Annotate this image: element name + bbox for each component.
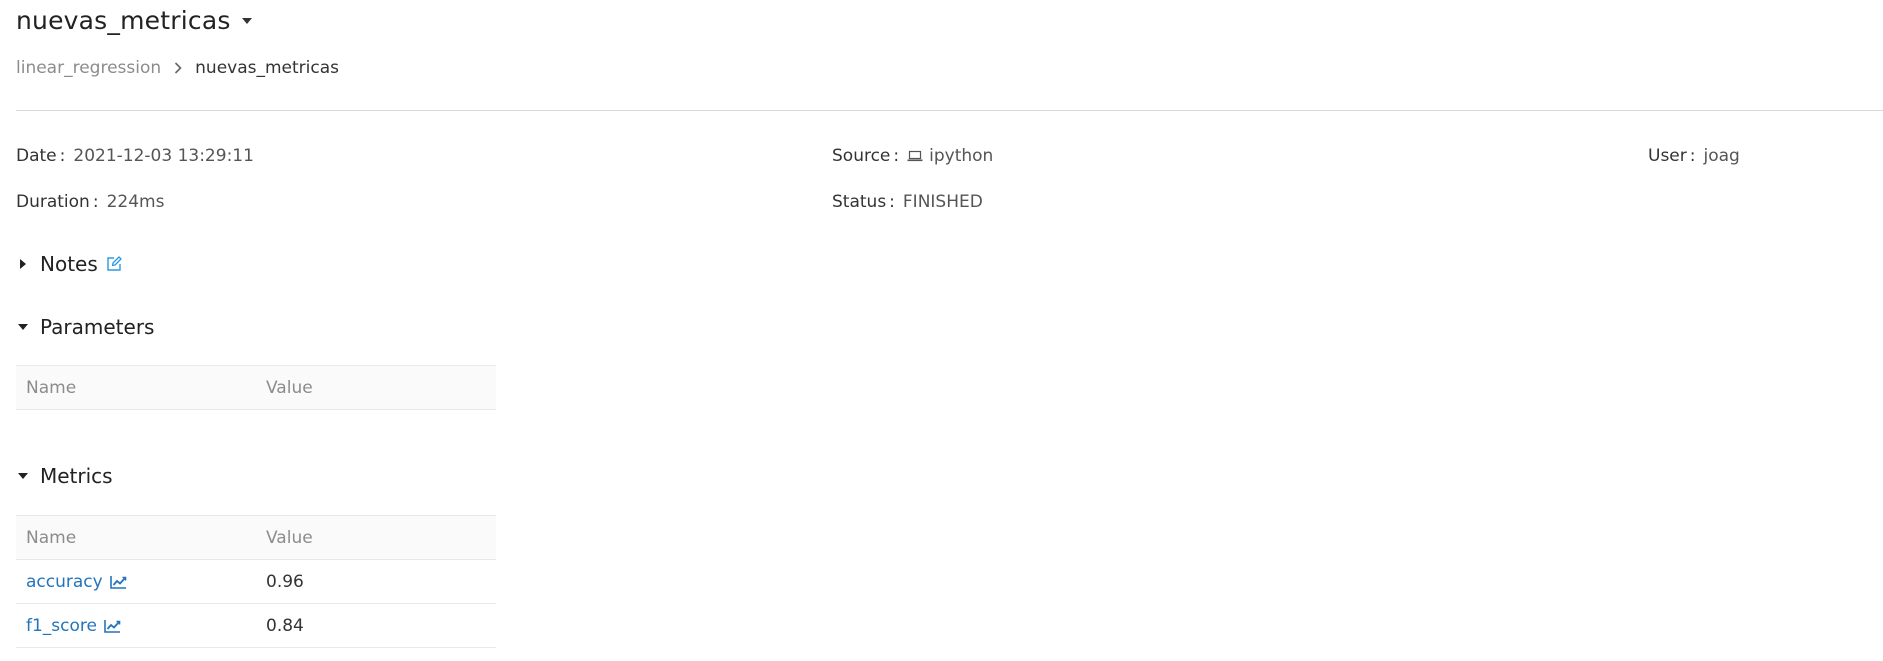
meta-status: Status: FINISHED (832, 192, 983, 212)
line-chart-icon[interactable] (104, 619, 121, 633)
notes-section-toggle[interactable]: Notes (16, 252, 122, 276)
breadcrumb: linear_regression nuevas_metricas (16, 58, 339, 78)
table-row: accuracy 0.96 (16, 559, 496, 604)
breadcrumb-current-run: nuevas_metricas (195, 58, 340, 78)
laptop-icon (907, 150, 923, 162)
metrics-table: Name Value accuracy 0.96 f1_score 0.84 (16, 515, 496, 648)
meta-duration: Duration: 224ms (16, 192, 165, 212)
meta-date-value: 2021-12-03 13:29:11 (73, 146, 254, 166)
caret-down-icon (16, 469, 30, 483)
caret-right-icon (16, 257, 30, 271)
metrics-col-name[interactable]: Name (16, 515, 256, 560)
meta-source-label: Source (832, 146, 891, 166)
meta-date: Date: 2021-12-03 13:29:11 (16, 146, 254, 166)
notes-title: Notes (40, 252, 98, 276)
meta-duration-label: Duration (16, 192, 90, 212)
meta-user-value: joag (1703, 146, 1740, 166)
metric-link-f1-score[interactable]: f1_score (26, 616, 121, 636)
header-divider (16, 110, 1883, 111)
meta-status-label: Status (832, 192, 887, 212)
parameters-table: Name Value (16, 365, 496, 410)
meta-status-value: FINISHED (902, 192, 983, 212)
parameters-section-toggle[interactable]: Parameters (16, 315, 154, 339)
meta-date-label: Date (16, 146, 57, 166)
metrics-header-row: Name Value (16, 515, 496, 560)
metric-name-cell: f1_score (16, 603, 256, 648)
metrics-title: Metrics (40, 464, 113, 488)
run-title-row: nuevas_metricas (16, 6, 253, 35)
breadcrumb-experiment-link[interactable]: linear_regression (16, 58, 161, 78)
title-dropdown-caret-icon[interactable] (241, 15, 253, 27)
metric-name-cell: accuracy (16, 559, 256, 604)
metric-value: 0.96 (256, 559, 496, 604)
page-title: nuevas_metricas (16, 6, 231, 35)
meta-user-label: User (1648, 146, 1687, 166)
metric-name[interactable]: f1_score (26, 616, 97, 636)
parameters-header-row: Name Value (16, 365, 496, 410)
parameters-title: Parameters (40, 315, 155, 339)
meta-source: Source: ipython (832, 146, 994, 166)
table-row: f1_score 0.84 (16, 603, 496, 648)
meta-user: User: joag (1648, 146, 1740, 166)
caret-down-icon (16, 320, 30, 334)
parameters-col-name[interactable]: Name (16, 365, 256, 410)
metric-name[interactable]: accuracy (26, 572, 103, 592)
metric-link-accuracy[interactable]: accuracy (26, 572, 127, 592)
metrics-col-value[interactable]: Value (256, 515, 496, 560)
chevron-right-icon (171, 61, 185, 75)
meta-source-value: ipython (929, 146, 994, 166)
parameters-col-value[interactable]: Value (256, 365, 496, 410)
metrics-section-toggle[interactable]: Metrics (16, 464, 113, 488)
metric-value: 0.84 (256, 603, 496, 648)
line-chart-icon[interactable] (109, 575, 127, 589)
meta-duration-value: 224ms (106, 192, 165, 212)
edit-icon[interactable] (106, 256, 122, 272)
